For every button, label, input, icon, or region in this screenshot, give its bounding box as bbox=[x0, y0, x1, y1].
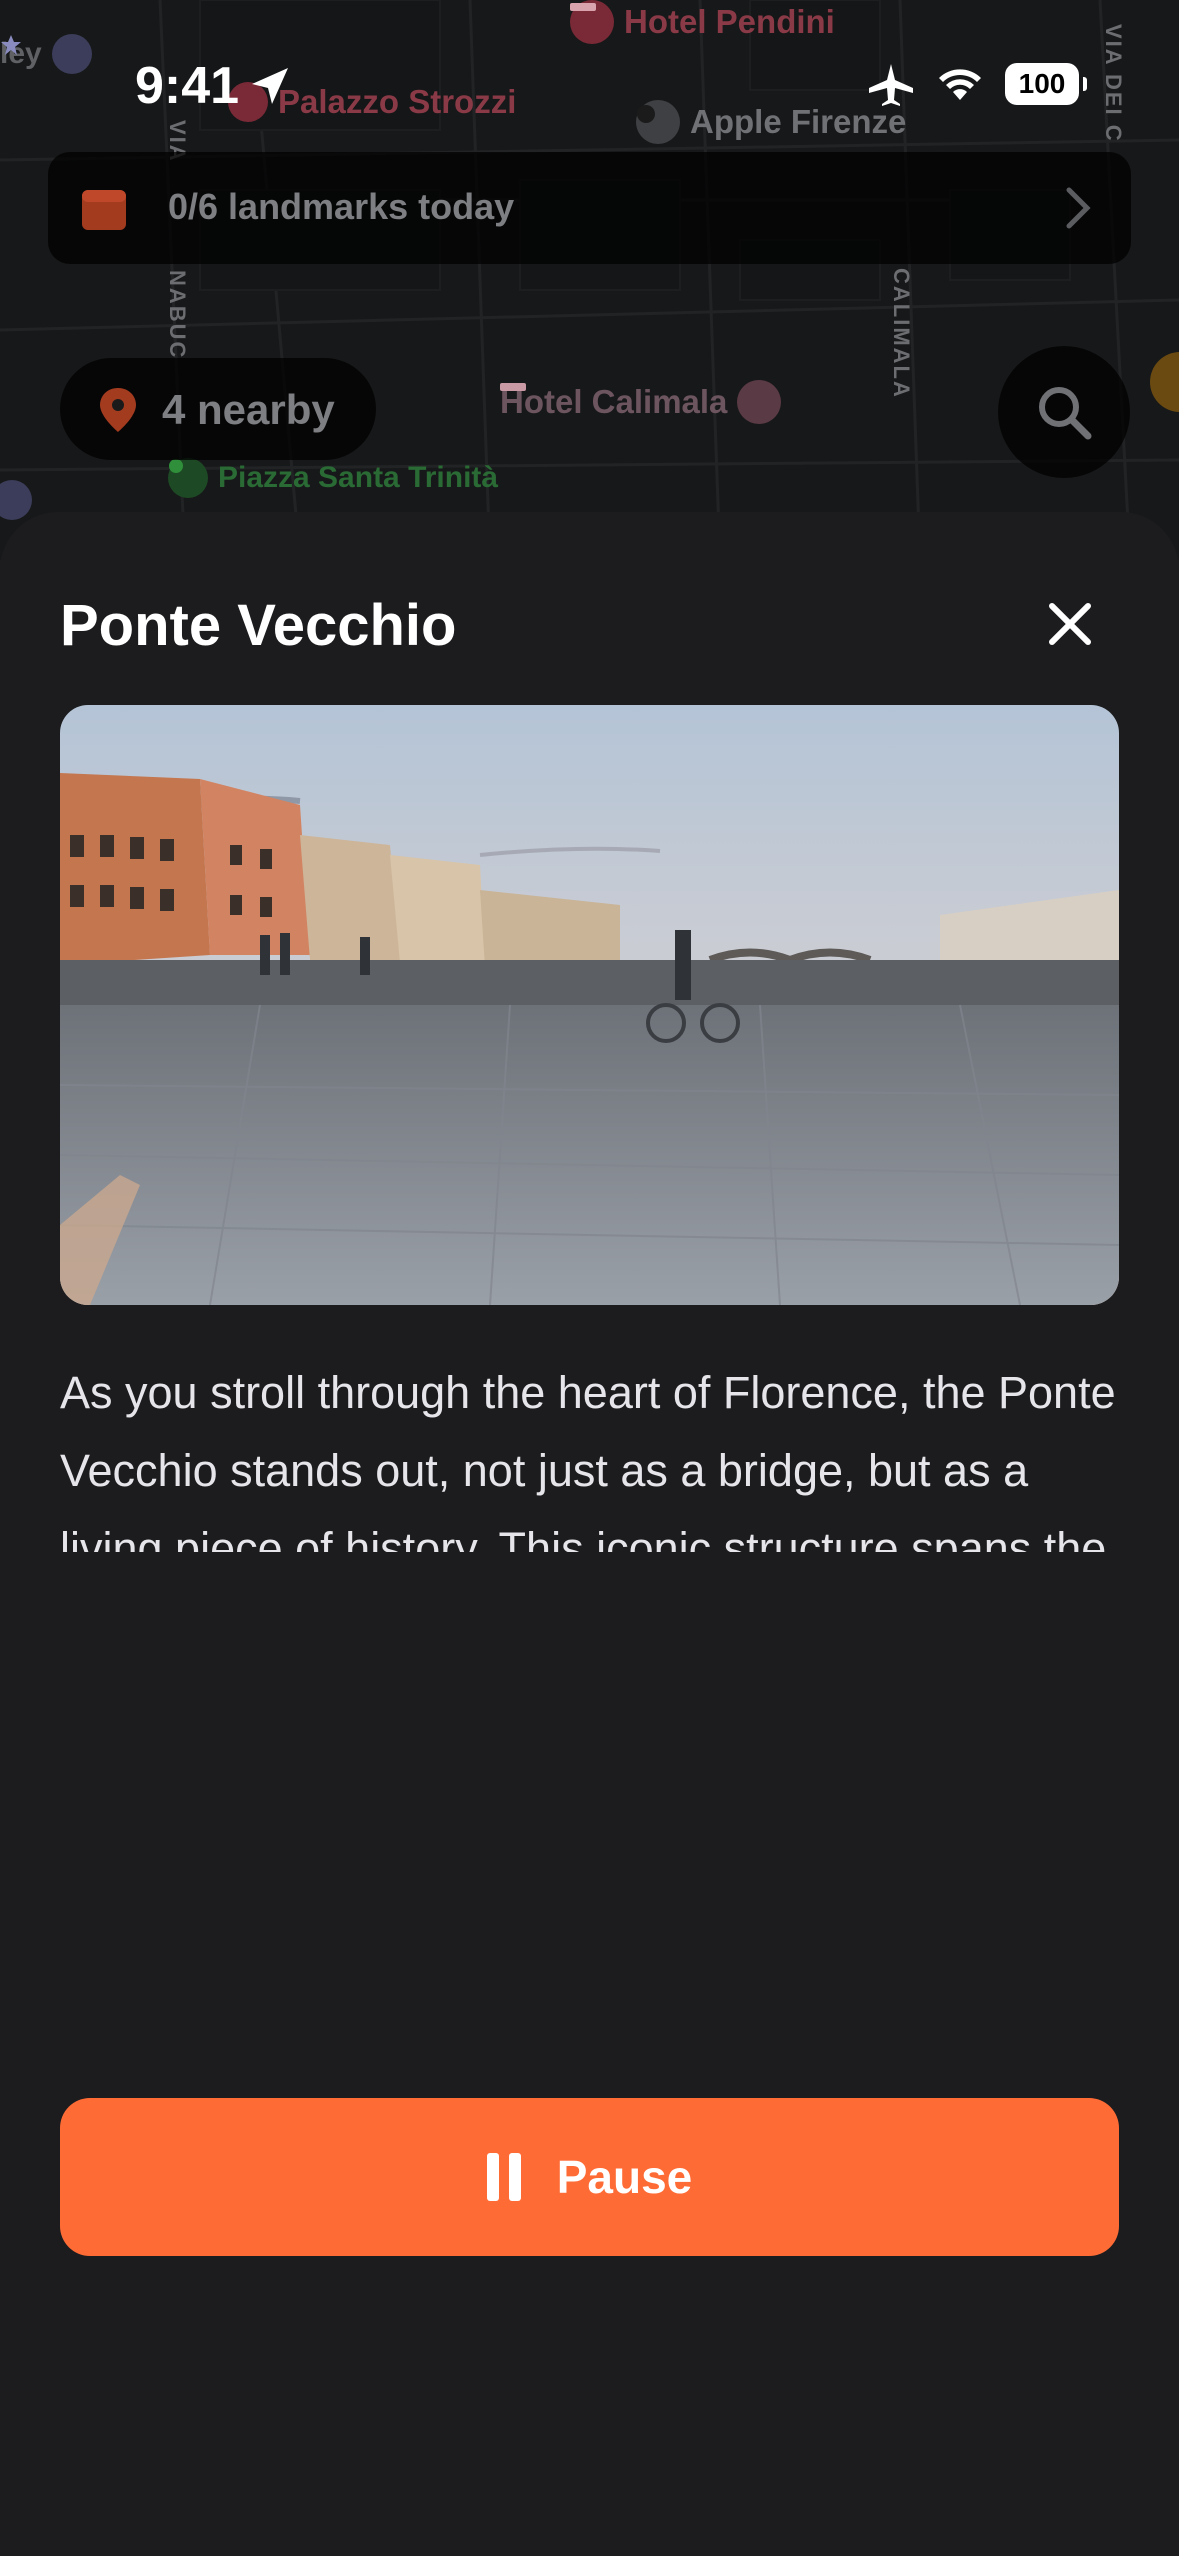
nearby-label: 4 nearby bbox=[162, 386, 335, 433]
search-button[interactable] bbox=[998, 346, 1130, 478]
landmark-description: As you stroll through the heart of Flore… bbox=[60, 1367, 1116, 1552]
park-icon bbox=[168, 458, 208, 498]
battery-indicator: 100 bbox=[1005, 63, 1087, 105]
street-label: NABUC bbox=[165, 270, 190, 360]
poi-label: Hotel Calimala bbox=[500, 383, 728, 420]
landmark-sheet: Ponte Vecchio As you stroll through the … bbox=[0, 512, 1179, 2556]
status-bar: 9:41 100 bbox=[0, 0, 1179, 170]
status-icons: 100 bbox=[867, 62, 1087, 106]
landmark-photo bbox=[60, 705, 1119, 1305]
search-icon bbox=[1039, 387, 1092, 440]
pause-icon bbox=[486, 2153, 521, 2201]
sheet-title: Ponte Vecchio bbox=[60, 593, 457, 658]
pause-label: Pause bbox=[556, 2151, 693, 2203]
photo-illustration bbox=[60, 705, 1119, 1305]
poi-label: Piazza Santa Trinità bbox=[218, 461, 499, 494]
poi-piazza-santa-trinita[interactable]: Piazza Santa Trinità bbox=[168, 458, 498, 498]
map-pin-icon bbox=[100, 388, 136, 432]
airplane-icon bbox=[869, 64, 913, 106]
banner-label: 0/6 landmarks today bbox=[168, 186, 515, 227]
poi-hotel-calimala[interactable]: Hotel Calimala bbox=[500, 380, 782, 424]
location-arrow-icon bbox=[252, 68, 288, 104]
pause-button[interactable]: Pause bbox=[60, 2098, 1119, 2256]
chevron-right-icon bbox=[1066, 187, 1091, 229]
street-label: CALIMALA bbox=[889, 268, 914, 399]
landmarks-banner[interactable]: 0/6 landmarks today bbox=[48, 152, 1131, 264]
status-time: 9:41 bbox=[135, 57, 240, 115]
bed-icon bbox=[500, 380, 782, 424]
wifi-icon bbox=[939, 69, 981, 100]
nearby-button[interactable]: 4 nearby bbox=[60, 358, 376, 460]
close-icon[interactable] bbox=[1040, 594, 1100, 654]
calendar-icon bbox=[82, 190, 126, 230]
